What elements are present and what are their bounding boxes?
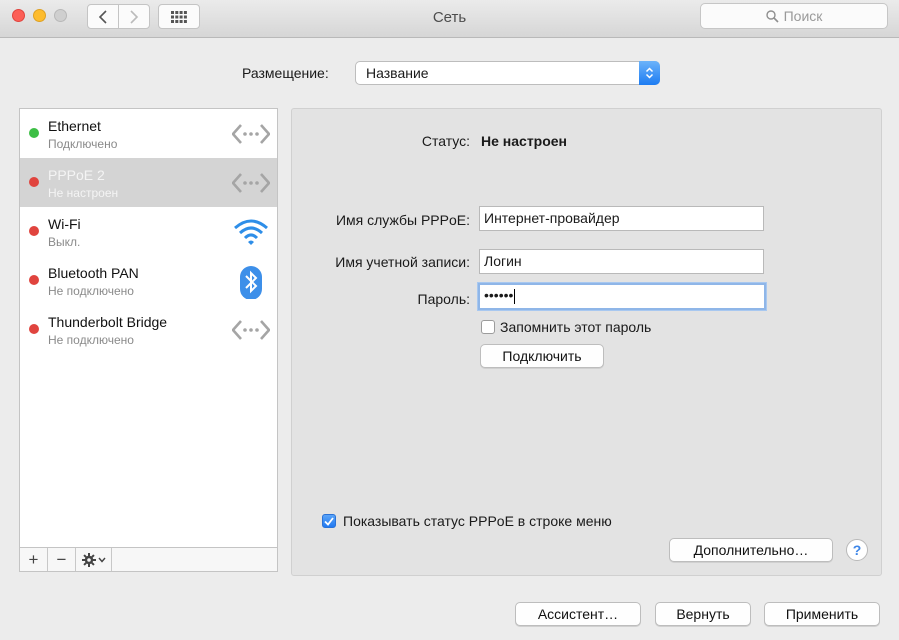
show-pppoe-status-label: Показывать статус PPPoE в строке меню <box>343 513 612 529</box>
ethernet-arrows-icon <box>232 124 270 144</box>
revert-button[interactable]: Вернуть <box>655 602 751 626</box>
add-service-button[interactable]: + <box>20 548 48 571</box>
remove-service-button[interactable]: − <box>48 548 76 571</box>
checkmark-icon <box>324 516 334 526</box>
service-status: Не подключено <box>48 284 134 298</box>
status-dot <box>29 128 39 138</box>
service-name: Ethernet <box>48 118 101 134</box>
service-status: Выкл. <box>48 235 81 249</box>
bluetooth-icon <box>240 266 262 299</box>
help-button[interactable]: ? <box>846 539 868 561</box>
service-name: PPPoE 2 <box>48 167 105 183</box>
apply-button[interactable]: Применить <box>764 602 880 626</box>
remember-password-checkbox[interactable] <box>481 320 495 334</box>
account-name-label: Имя учетной записи: <box>335 254 470 270</box>
gear-icon <box>81 552 96 567</box>
account-name-field[interactable]: Логин <box>479 249 764 274</box>
password-value: •••••• <box>484 287 514 303</box>
location-value: Название <box>366 65 429 81</box>
service-actions-button[interactable] <box>76 548 112 571</box>
search-field[interactable]: Поиск <box>700 3 888 29</box>
service-item-bluetooth-pan[interactable]: Bluetooth PAN Не подключено <box>20 256 277 305</box>
service-detail-panel <box>291 108 882 576</box>
ethernet-arrows-icon <box>232 320 270 340</box>
remember-password-label: Запомнить этот пароль <box>500 319 652 335</box>
service-name: Thunderbolt Bridge <box>48 314 168 330</box>
service-name: Bluetooth PAN <box>48 265 139 281</box>
service-item-thunderbolt-bridge[interactable]: Thunderbolt Bridge Не подключено <box>20 305 277 354</box>
show-pppoe-status-checkbox[interactable] <box>322 514 336 528</box>
service-list: Ethernet Подключено PPPoE 2 Не настроен … <box>19 108 278 548</box>
service-item-wifi[interactable]: Wi-Fi Выкл. <box>20 207 277 256</box>
location-select-stepper[interactable] <box>639 61 660 85</box>
status-dot <box>29 275 39 285</box>
status-value: Не настроен <box>481 133 568 149</box>
status-dot <box>29 226 39 236</box>
service-item-pppoe-2[interactable]: PPPoE 2 Не настроен <box>20 158 277 207</box>
location-label: Размещение: <box>242 65 329 81</box>
service-status: Не настроен <box>48 186 119 200</box>
service-name-field[interactable]: Интернет-провайдер <box>479 206 764 231</box>
ethernet-arrows-icon <box>232 173 270 193</box>
wifi-icon <box>234 219 268 245</box>
service-status: Подключено <box>48 137 118 151</box>
status-dot <box>29 177 39 187</box>
service-item-ethernet[interactable]: Ethernet Подключено <box>20 109 277 158</box>
service-name-label: Имя службы PPPoE: <box>335 212 470 228</box>
search-placeholder: Поиск <box>783 8 823 24</box>
service-status: Не подключено <box>48 333 134 347</box>
advanced-button[interactable]: Дополнительно… <box>669 538 833 562</box>
password-label: Пароль: <box>417 291 470 307</box>
status-label: Статус: <box>421 133 470 149</box>
service-list-controls: + − <box>19 548 278 572</box>
password-field[interactable]: •••••• <box>478 283 766 310</box>
title-bar: Сеть Поиск <box>0 0 899 38</box>
connect-button[interactable]: Подключить <box>480 344 604 368</box>
text-cursor <box>514 288 516 304</box>
search-icon <box>765 9 779 23</box>
up-down-chevron-icon <box>645 67 654 79</box>
status-dot <box>29 324 39 334</box>
assistant-button[interactable]: Ассистент… <box>515 602 641 626</box>
location-select[interactable]: Название <box>355 61 660 85</box>
service-name: Wi-Fi <box>48 216 81 232</box>
chevron-down-icon <box>97 557 106 563</box>
